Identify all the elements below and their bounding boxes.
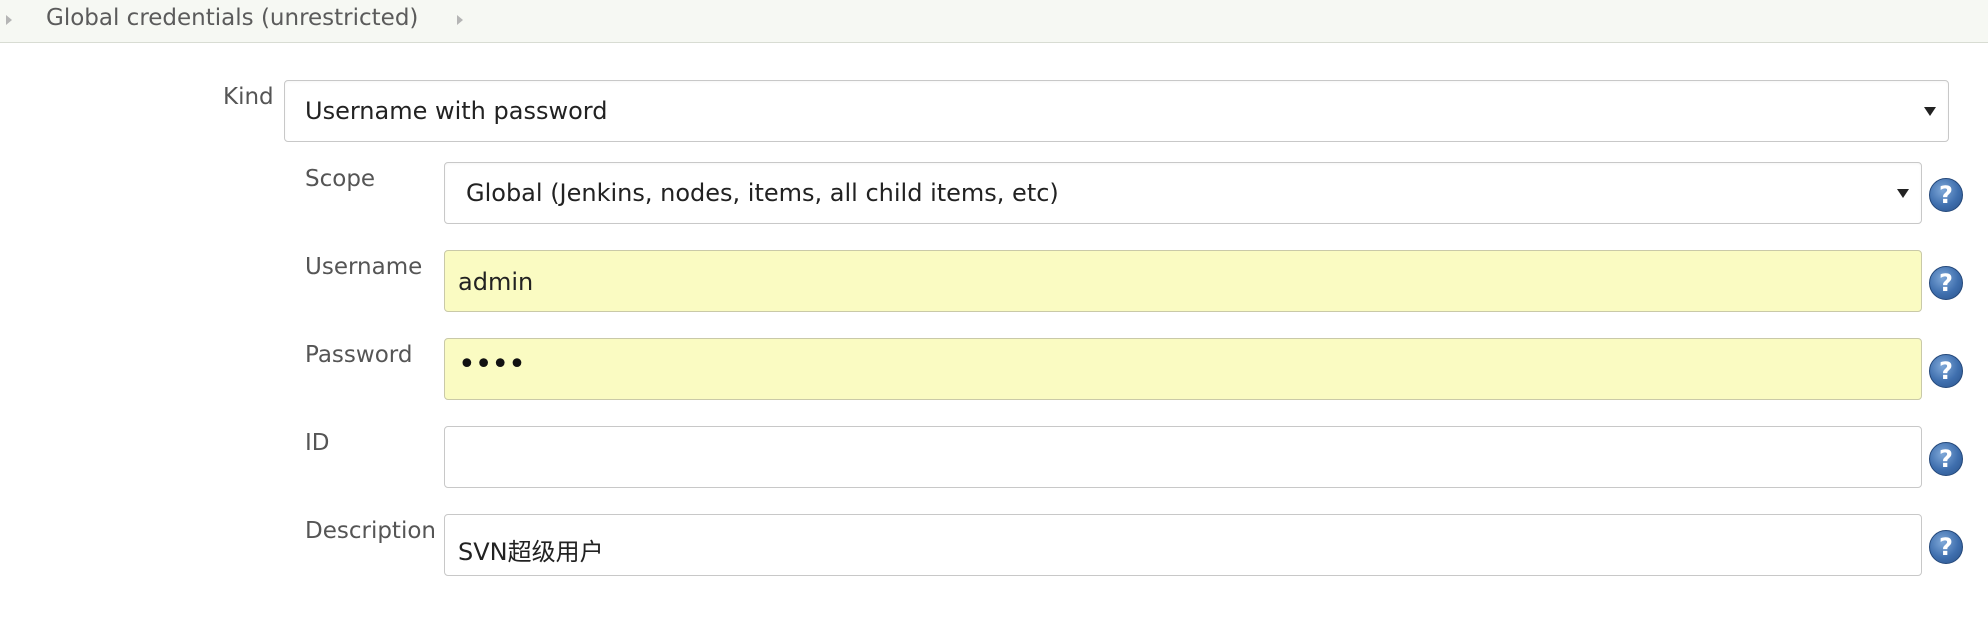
password-help-icon[interactable]: ?: [1929, 354, 1963, 388]
description-label: Description: [305, 518, 436, 544]
scope-select[interactable]: Global (Jenkins, nodes, items, all child…: [444, 162, 1922, 224]
chevron-down-icon: [1897, 189, 1909, 198]
description-value: SVN超级用户: [458, 538, 604, 566]
description-field[interactable]: SVN超级用户: [444, 514, 1922, 576]
breadcrumb-item-global-credentials[interactable]: Global credentials (unrestricted): [46, 5, 418, 31]
description-help-icon[interactable]: ?: [1929, 530, 1963, 564]
password-value: ••••: [458, 347, 526, 382]
scope-help-icon[interactable]: ?: [1929, 178, 1963, 212]
id-help-icon[interactable]: ?: [1929, 442, 1963, 476]
id-field[interactable]: [444, 426, 1922, 488]
username-value: admin: [458, 268, 534, 296]
password-label: Password: [305, 342, 413, 368]
username-label: Username: [305, 254, 423, 280]
username-help-icon[interactable]: ?: [1929, 266, 1963, 300]
kind-select-value: Username with password: [305, 97, 608, 125]
chevron-down-icon: [1924, 107, 1936, 116]
password-field[interactable]: ••••: [444, 338, 1922, 400]
breadcrumb-arrow-icon[interactable]: [6, 15, 12, 25]
breadcrumb: Global credentials (unrestricted): [0, 0, 1988, 43]
breadcrumb-arrow-icon[interactable]: [457, 15, 463, 25]
id-label: ID: [305, 430, 330, 456]
kind-select[interactable]: Username with password: [284, 80, 1949, 142]
kind-label: Kind: [223, 84, 274, 110]
username-field[interactable]: admin: [444, 250, 1922, 312]
scope-label: Scope: [305, 166, 376, 192]
scope-select-value: Global (Jenkins, nodes, items, all child…: [466, 179, 1059, 207]
